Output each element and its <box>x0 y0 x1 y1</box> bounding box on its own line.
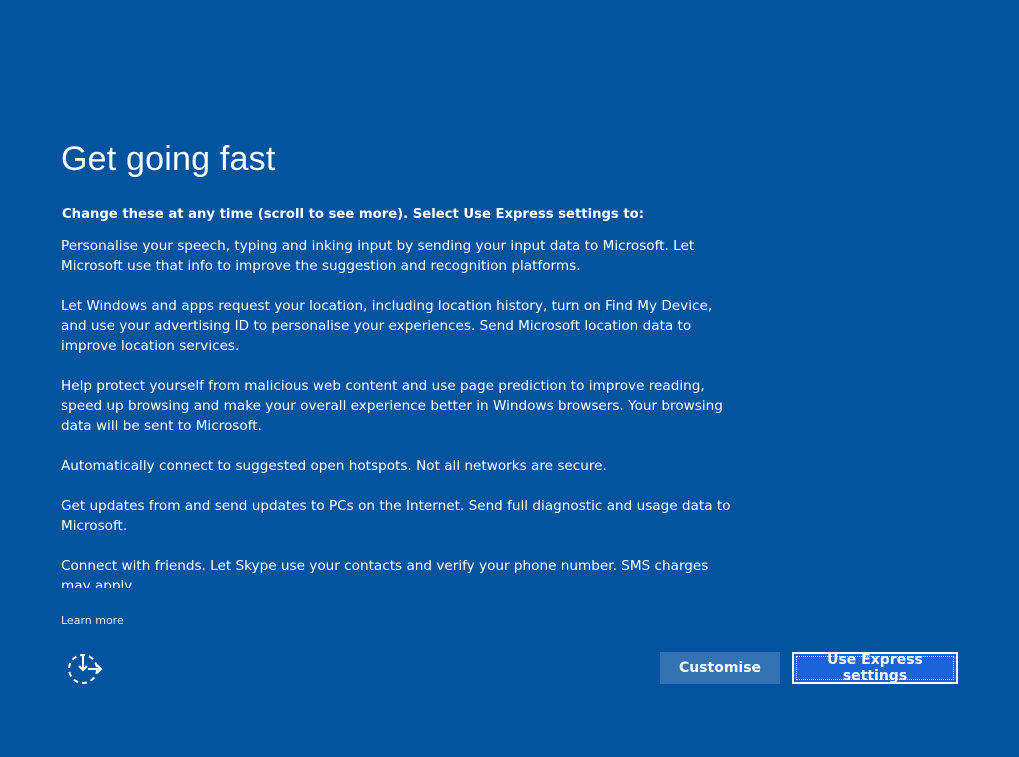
ease-of-access-icon[interactable] <box>66 651 104 687</box>
oobe-screen: Get going fast Change these at any time … <box>0 0 1019 757</box>
learn-more-link[interactable]: Learn more <box>61 613 124 629</box>
paragraph-speech-input: Personalise your speech, typing and inki… <box>61 238 695 274</box>
paragraph-hotspots: Automatically connect to suggested open … <box>61 458 607 474</box>
paragraph-web-protection: Help protect yourself from malicious web… <box>61 378 723 434</box>
page-subtitle: Change these at any time (scroll to see … <box>62 207 645 222</box>
paragraph-skype: Connect with friends. Let Skype use your… <box>61 558 709 588</box>
paragraph-updates: Get updates from and send updates to PCs… <box>61 498 731 534</box>
customise-button[interactable]: Customise <box>660 652 780 684</box>
page-title: Get going fast <box>61 140 276 178</box>
paragraph-location: Let Windows and apps request your locati… <box>61 298 713 354</box>
use-express-settings-button[interactable]: Use Express settings <box>792 652 958 684</box>
settings-description-scroll-area[interactable]: Personalise your speech, typing and inki… <box>61 236 731 588</box>
